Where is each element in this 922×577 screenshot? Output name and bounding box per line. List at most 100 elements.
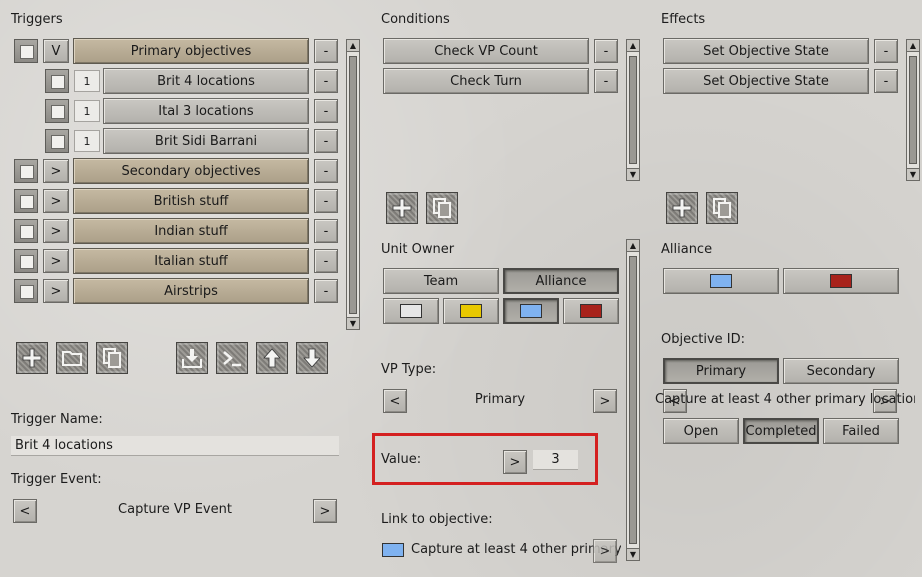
expand-toggle-button[interactable]: > xyxy=(43,219,69,243)
conditions-scrollbar[interactable]: ▲ ▼ xyxy=(626,39,640,181)
arrow-down-icon[interactable] xyxy=(296,342,328,374)
trigger-count: 1 xyxy=(74,100,100,122)
plus-icon[interactable] xyxy=(16,342,48,374)
trigger-name-input[interactable]: Brit 4 locations xyxy=(11,436,339,456)
conditions-detail-scrollbar[interactable]: ▲ ▼ xyxy=(626,239,640,561)
value-input[interactable]: 3 xyxy=(533,450,578,470)
color-swatch xyxy=(400,304,422,318)
vp-type-value: Primary xyxy=(474,392,526,407)
remove-effect-button[interactable]: - xyxy=(874,69,898,93)
copy-icon[interactable] xyxy=(426,192,458,224)
trigger-event-next-button[interactable]: > xyxy=(313,499,337,523)
owner-tab-team[interactable]: Team xyxy=(383,268,499,294)
alliance-color-red[interactable] xyxy=(783,268,899,294)
vp-type-next-button[interactable]: > xyxy=(593,389,617,413)
import-icon[interactable] xyxy=(176,342,208,374)
effect-set-objective-state[interactable]: Set Objective State xyxy=(663,68,869,94)
scroll-down-arrow-icon[interactable]: ▼ xyxy=(627,168,639,180)
color-swatch xyxy=(580,304,602,318)
trigger-checkbox[interactable] xyxy=(14,159,38,183)
arrow-up-icon[interactable] xyxy=(256,342,288,374)
remove-trigger-button[interactable]: - xyxy=(314,39,338,63)
trigger-item-brit-4-locations[interactable]: Brit 4 locations xyxy=(103,68,309,94)
trigger-group-indian-stuff[interactable]: Indian stuff xyxy=(73,218,309,244)
trigger-item-ital-3-locations[interactable]: Ital 3 locations xyxy=(103,98,309,124)
expand-toggle-button[interactable]: > xyxy=(43,249,69,273)
objective-tab-secondary[interactable]: Secondary xyxy=(783,358,899,384)
trigger-checkbox[interactable] xyxy=(45,69,69,93)
owner-color-blue[interactable] xyxy=(503,298,559,324)
color-swatch xyxy=(520,304,542,318)
scrollbar-thumb[interactable] xyxy=(629,56,637,164)
trigger-checkbox[interactable] xyxy=(14,189,38,213)
color-swatch xyxy=(710,274,732,288)
remove-trigger-button[interactable]: - xyxy=(314,99,338,123)
plus-icon[interactable] xyxy=(666,192,698,224)
scrollbar-thumb[interactable] xyxy=(349,56,357,314)
plus-icon[interactable] xyxy=(386,192,418,224)
scroll-up-arrow-icon[interactable]: ▲ xyxy=(907,40,919,52)
link-next-button[interactable]: > xyxy=(593,539,617,563)
state-completed-button[interactable]: Completed xyxy=(743,418,819,444)
trigger-checkbox[interactable] xyxy=(45,129,69,153)
vp-type-prev-button[interactable]: < xyxy=(383,389,407,413)
owner-color-red[interactable] xyxy=(563,298,619,324)
state-open-button[interactable]: Open xyxy=(663,418,739,444)
condition-check-turn[interactable]: Check Turn xyxy=(383,68,589,94)
copy-icon[interactable] xyxy=(96,342,128,374)
owner-color-yellow[interactable] xyxy=(443,298,499,324)
link-color-swatch xyxy=(382,543,404,557)
trigger-item-brit-sidi-barrani[interactable]: Brit Sidi Barrani xyxy=(103,128,309,154)
trigger-group-british-stuff[interactable]: British stuff xyxy=(73,188,309,214)
alliance-color-blue[interactable] xyxy=(663,268,779,294)
scroll-down-arrow-icon[interactable]: ▼ xyxy=(347,317,359,329)
remove-trigger-button[interactable]: - xyxy=(314,189,338,213)
trigger-list-scrollbar[interactable]: ▲ ▼ xyxy=(346,39,360,330)
remove-trigger-button[interactable]: - xyxy=(314,159,338,183)
condition-check-vp-count[interactable]: Check VP Count xyxy=(383,38,589,64)
scroll-down-arrow-icon[interactable]: ▼ xyxy=(907,168,919,180)
trigger-group-secondary-objectives[interactable]: Secondary objectives xyxy=(73,158,309,184)
trigger-checkbox[interactable] xyxy=(14,249,38,273)
scroll-up-arrow-icon[interactable]: ▲ xyxy=(627,240,639,252)
remove-trigger-button[interactable]: - xyxy=(314,279,338,303)
trigger-checkbox[interactable] xyxy=(14,219,38,243)
remove-condition-button[interactable]: - xyxy=(594,39,618,63)
vp-type-label: VP Type: xyxy=(381,362,437,377)
scroll-up-arrow-icon[interactable]: ▲ xyxy=(627,40,639,52)
objective-tab-primary[interactable]: Primary xyxy=(663,358,779,384)
scrollbar-thumb[interactable] xyxy=(909,56,917,164)
color-swatch xyxy=(830,274,852,288)
remove-effect-button[interactable]: - xyxy=(874,39,898,63)
expand-toggle-button[interactable]: > xyxy=(43,159,69,183)
scrollbar-thumb[interactable] xyxy=(629,256,637,544)
folder-icon[interactable] xyxy=(56,342,88,374)
trigger-group-airstrips[interactable]: Airstrips xyxy=(73,278,309,304)
trigger-event-prev-button[interactable]: < xyxy=(13,499,37,523)
effects-scrollbar[interactable]: ▲ ▼ xyxy=(906,39,920,181)
value-next-button[interactable]: > xyxy=(503,450,527,474)
trigger-group-primary-objectives[interactable]: Primary objectives xyxy=(73,38,309,64)
trigger-group-italian-stuff[interactable]: Italian stuff xyxy=(73,248,309,274)
remove-condition-button[interactable]: - xyxy=(594,69,618,93)
console-icon[interactable] xyxy=(216,342,248,374)
copy-icon[interactable] xyxy=(706,192,738,224)
trigger-checkbox[interactable] xyxy=(45,99,69,123)
scroll-down-arrow-icon[interactable]: ▼ xyxy=(627,548,639,560)
trigger-checkbox[interactable] xyxy=(14,279,38,303)
owner-tab-alliance[interactable]: Alliance xyxy=(503,268,619,294)
remove-trigger-button[interactable]: - xyxy=(314,249,338,273)
state-failed-button[interactable]: Failed xyxy=(823,418,899,444)
remove-trigger-button[interactable]: - xyxy=(314,69,338,93)
remove-trigger-button[interactable]: - xyxy=(314,219,338,243)
expand-toggle-button[interactable]: > xyxy=(43,279,69,303)
effect-set-objective-state[interactable]: Set Objective State xyxy=(663,38,869,64)
owner-color-white[interactable] xyxy=(383,298,439,324)
value-label: Value: xyxy=(381,452,422,467)
expand-toggle-button[interactable]: > xyxy=(43,189,69,213)
expand-toggle-button[interactable]: V xyxy=(43,39,69,63)
scroll-up-arrow-icon[interactable]: ▲ xyxy=(347,40,359,52)
trigger-checkbox[interactable] xyxy=(14,39,38,63)
unit-owner-label: Unit Owner xyxy=(381,242,455,257)
remove-trigger-button[interactable]: - xyxy=(314,129,338,153)
